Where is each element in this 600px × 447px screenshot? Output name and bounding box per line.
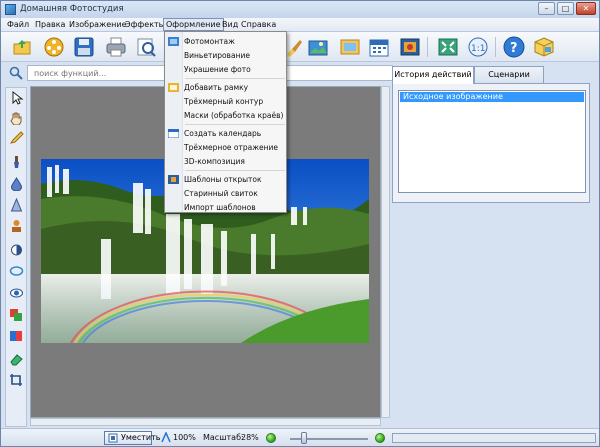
minimize-button[interactable]: – (538, 2, 555, 15)
brush-tool-icon[interactable] (9, 155, 24, 169)
menu-item-3d-reflection[interactable]: Трёхмерное отражение (184, 143, 278, 152)
search-icon (9, 66, 23, 80)
menu-item-3d-outline[interactable]: Трёхмерный контур (184, 97, 263, 106)
close-button[interactable]: ✕ (576, 2, 596, 15)
lasso-tool-icon[interactable] (9, 265, 24, 279)
pointer-tool-icon[interactable] (9, 90, 24, 105)
eraser-tool-icon[interactable] (9, 352, 24, 366)
menu-separator (185, 124, 285, 125)
contrast-tool-icon[interactable] (9, 243, 24, 257)
package-icon[interactable] (533, 36, 555, 58)
menu-bar: Файл Правка Изображение Эффекты Оформлен… (1, 18, 599, 32)
postcard-icon (168, 175, 179, 184)
list-item[interactable]: Исходное изображение (400, 92, 584, 102)
hand-tool-icon[interactable] (9, 111, 24, 126)
film-reel-icon[interactable] (43, 36, 65, 58)
svg-text:?: ? (510, 41, 518, 56)
menu-file[interactable]: Файл (5, 20, 31, 29)
svg-text:1:1: 1:1 (471, 44, 485, 54)
menu-item-add-frame[interactable]: Добавить рамку (184, 83, 248, 92)
tools-panel (5, 87, 27, 427)
color-tool-icon[interactable] (9, 329, 24, 343)
tab-scenarios[interactable]: Сценарии (474, 66, 544, 83)
toolbar-separator (495, 37, 496, 57)
fit-label: Уместить (121, 433, 161, 442)
menu-item-photo-decoration[interactable]: Украшение фото (184, 65, 251, 74)
help-icon[interactable]: ? (503, 36, 525, 58)
toolbar-separator (427, 37, 428, 57)
zoom-100-label[interactable]: 100% (173, 433, 196, 442)
menu-edit[interactable]: Правка (33, 20, 67, 29)
pencil-tool-icon[interactable] (9, 131, 24, 145)
photomontage-icon (168, 37, 179, 46)
print-icon[interactable] (105, 36, 127, 58)
app-logo-icon (5, 4, 16, 15)
stamp-tool-icon[interactable] (9, 219, 24, 233)
postcard-icon[interactable] (399, 36, 421, 58)
menu-item-photomontage[interactable]: Фотомонтаж (184, 37, 235, 46)
menu-item-ancient-scroll[interactable]: Старинный свиток (184, 189, 258, 198)
menu-gutter (165, 32, 183, 212)
zoom-in-icon[interactable] (375, 433, 385, 443)
scale-value: 28% (241, 433, 259, 442)
calendar-icon[interactable] (368, 36, 390, 58)
fullscreen-icon[interactable] (437, 36, 459, 58)
menu-image[interactable]: Изображение (67, 20, 129, 29)
menu-item-3d-composition[interactable]: 3D-композиция (184, 157, 245, 166)
calendar-icon (167, 128, 180, 139)
sharpen-tool-icon[interactable] (9, 197, 24, 212)
menu-item-import-templates[interactable]: Импорт шаблонов (184, 203, 256, 212)
history-panel: Исходное изображение (392, 83, 590, 203)
blur-tool-icon[interactable] (9, 177, 24, 192)
zoom-out-icon[interactable] (266, 433, 276, 443)
window-title: Домашняя Фотостудия (20, 4, 124, 14)
menu-help[interactable]: Справка (239, 20, 278, 29)
frame-icon (168, 83, 179, 92)
save-icon[interactable] (73, 36, 95, 58)
title-bar: Домашняя Фотостудия – □ ✕ (1, 1, 599, 18)
actual-size-icon[interactable]: 1:1 (467, 36, 489, 58)
history-list: Исходное изображение (398, 90, 586, 193)
menu-separator (185, 78, 285, 79)
horizontal-scrollbar[interactable] (30, 418, 381, 426)
app-window: Домашняя Фотостудия – □ ✕ Файл Правка Из… (0, 0, 600, 447)
red-eye-tool-icon[interactable] (9, 286, 24, 300)
zoom-slider-thumb[interactable] (301, 432, 307, 444)
open-folder-icon[interactable] (11, 36, 33, 58)
menu-view[interactable]: Вид (220, 20, 240, 29)
menu-separator (185, 170, 285, 171)
menu-item-postcard-templates[interactable]: Шаблоны открыток (184, 175, 262, 184)
crop-tool-icon[interactable] (9, 373, 24, 387)
menu-item-create-calendar[interactable]: Создать календарь (184, 129, 261, 138)
menu-design[interactable]: Оформление (163, 18, 224, 31)
design-menu-dropdown: Фотомонтаж Виньетирование Украшение фото… (164, 31, 287, 213)
tab-history[interactable]: История действий (392, 66, 474, 84)
progress-bar (392, 433, 596, 443)
fit-button[interactable]: Уместить (104, 431, 160, 445)
vertical-scrollbar[interactable] (381, 86, 390, 418)
right-panel: История действий Сценарии Исходное изобр… (392, 66, 596, 428)
photo-frame-icon[interactable] (307, 36, 329, 58)
maximize-button[interactable]: □ (557, 2, 574, 15)
scale-label: Масштаб: (203, 433, 244, 442)
status-bar: Уместить 100% Масштаб: 28% (1, 428, 599, 446)
preview-icon[interactable] (135, 36, 157, 58)
menu-item-masks[interactable]: Маски (обработка краёв) (184, 111, 283, 120)
menu-item-vignetting[interactable]: Виньетирование (184, 51, 250, 60)
picture-icon[interactable] (339, 36, 361, 58)
fit-icon (108, 433, 118, 443)
zoom-100-icon[interactable] (161, 431, 172, 443)
main-toolbar: 1:1 ? (1, 32, 599, 62)
menu-effects[interactable]: Эффекты (123, 20, 167, 29)
layers-tool-icon[interactable] (9, 308, 24, 322)
